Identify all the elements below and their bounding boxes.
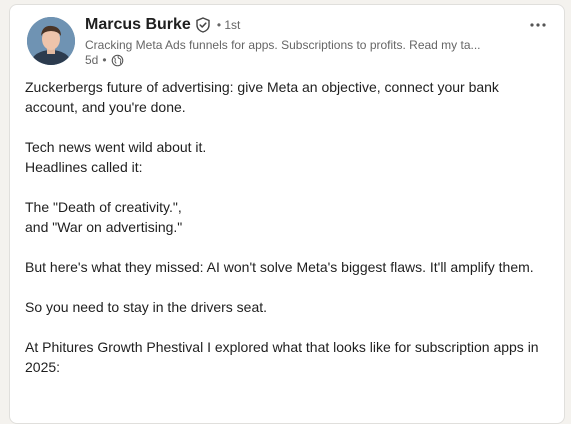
- post-line: Headlines called it:: [25, 159, 143, 175]
- author-headline: Cracking Meta Ads funnels for apps. Subs…: [85, 38, 481, 52]
- ellipsis-icon: [530, 23, 546, 27]
- post-line: The "Death of creativity.",: [25, 199, 182, 215]
- author-name[interactable]: Marcus Burke: [85, 16, 191, 34]
- post-age: 5d: [85, 53, 99, 67]
- post-header: Marcus Burke • 1st Cracking Meta Ads fun…: [10, 5, 564, 75]
- globe-icon: [111, 54, 124, 67]
- avatar[interactable]: [27, 17, 75, 65]
- post-meta: 5d •: [85, 53, 124, 67]
- more-options-button[interactable]: [526, 13, 550, 37]
- post-paragraph: But here's what they missed: AI won't so…: [25, 259, 534, 275]
- post-card: Marcus Burke • 1st Cracking Meta Ads fun…: [9, 4, 565, 424]
- post-paragraph: At Phitures Growth Phestival I explored …: [25, 339, 539, 375]
- post-paragraph: So you need to stay in the drivers seat.: [25, 299, 268, 315]
- post-line: and "War on advertising.": [25, 219, 183, 235]
- connection-degree: • 1st: [216, 18, 241, 32]
- meta-separator: •: [102, 53, 107, 67]
- post-line: Tech news went wild about it.: [25, 139, 207, 155]
- post-body: Zuckerbergs future of advertising: give …: [25, 77, 555, 377]
- verified-icon: [195, 17, 211, 33]
- post-paragraph: Zuckerbergs future of advertising: give …: [25, 79, 499, 115]
- author-row: Marcus Burke • 1st: [85, 16, 240, 34]
